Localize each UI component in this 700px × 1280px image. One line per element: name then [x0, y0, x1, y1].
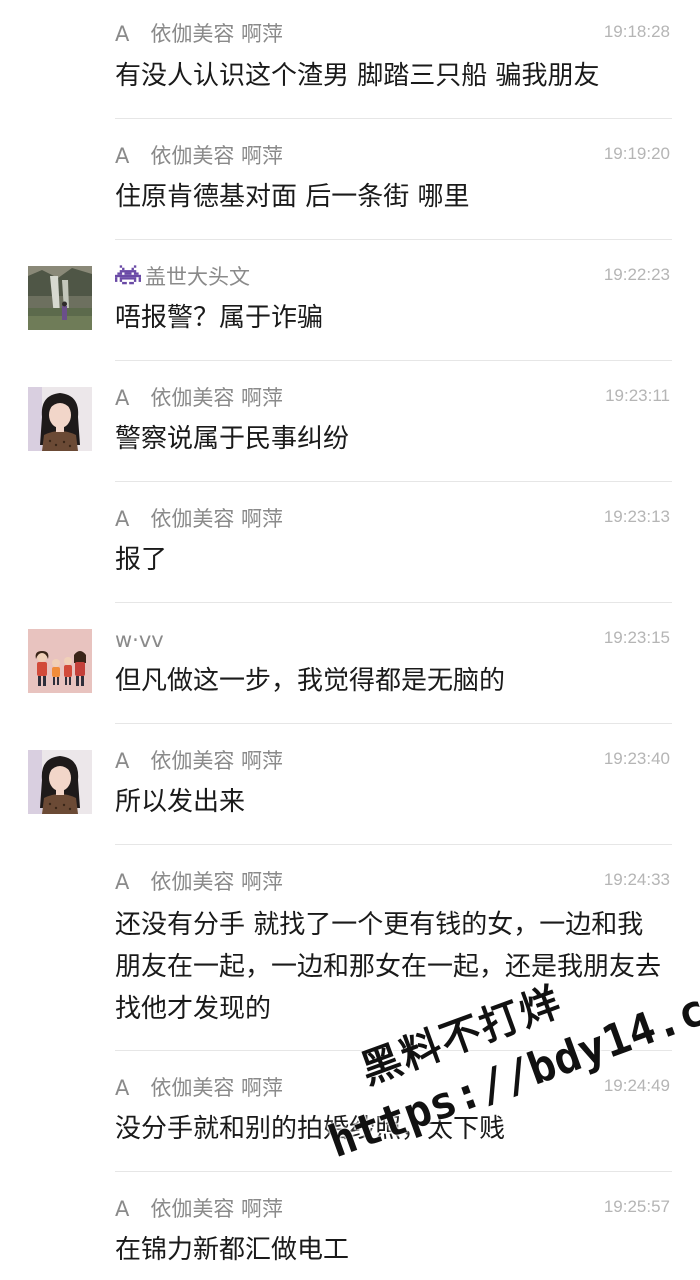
sender-name: 盖世大头文 — [145, 265, 250, 289]
message-time: 19:24:33 — [603, 870, 670, 889]
avatar-photo-woman — [28, 750, 92, 814]
message-text: 在锦力新都汇做电工 — [115, 1235, 350, 1265]
message-text: 所以发出来 — [115, 787, 246, 817]
message-text: 还没有分手 就找了一个更有钱的女，一边和我朋友在一起，一边和那女在一起，还是我朋… — [115, 910, 662, 1024]
message-time: 19:23:13 — [603, 507, 670, 526]
sender-name: A 依伽美容 啊萍 — [115, 870, 284, 894]
message-text: 警察说属于民事纠纷 — [115, 424, 350, 454]
chat-message-list[interactable]: A 依伽美容 啊萍 19:18:28 有没人认识这个渣男 脚踏三只船 骗我朋友 … — [0, 0, 700, 1280]
sender-name: A 依伽美容 啊萍 — [115, 507, 284, 531]
message-time: 19:23:15 — [603, 628, 670, 647]
avatar[interactable] — [28, 750, 92, 814]
sender-name: A 依伽美容 啊萍 — [115, 749, 284, 773]
avatar-illustration-family — [28, 629, 92, 693]
chat-message[interactable]: A 依伽美容 啊萍 19:23:40 所以发出来 — [0, 723, 700, 844]
chat-message[interactable]: A 依伽美容 啊萍 19:24:33 还没有分手 就找了一个更有钱的女，一边和我… — [0, 844, 700, 1050]
message-time: 19:22:23 — [603, 265, 670, 284]
chat-message[interactable]: w·vv 19:23:15 但凡做这一步，我觉得都是无脑的 — [0, 602, 700, 723]
avatar-photo-woman — [28, 387, 92, 451]
chat-message[interactable]: A 依伽美容 啊萍 19:24:49 没分手就和别的拍婚纱照，太下贱 — [0, 1050, 700, 1171]
message-text: 住原肯德基对面 后一条街 哪里 — [115, 182, 470, 212]
sender-name: A 依伽美容 啊萍 — [115, 386, 284, 410]
message-text: 有没人认识这个渣男 脚踏三只船 骗我朋友 — [115, 61, 600, 91]
sender-name-row: 盖世大头文 — [115, 263, 250, 294]
message-text: 报了 — [115, 545, 168, 575]
chat-message[interactable]: 盖世大头文 19:22:23 唔报警？属于诈骗 — [0, 239, 700, 360]
message-time: 19:23:40 — [603, 749, 670, 768]
avatar[interactable] — [28, 387, 92, 451]
sender-name: w·vv — [115, 628, 164, 652]
sender-name: A 依伽美容 啊萍 — [115, 1197, 284, 1221]
sender-name: A 依伽美容 啊萍 — [115, 22, 284, 46]
chat-message[interactable]: A 依伽美容 啊萍 19:19:20 住原肯德基对面 后一条街 哪里 — [0, 118, 700, 239]
message-time: 19:24:49 — [603, 1076, 670, 1095]
message-time: 19:23:11 — [605, 386, 670, 405]
space-invader-icon — [115, 265, 141, 294]
message-time: 19:18:28 — [603, 22, 670, 41]
message-time: 19:19:20 — [603, 144, 670, 163]
avatar-photo-waterfall — [28, 266, 92, 330]
message-text: 没分手就和别的拍婚纱照，太下贱 — [115, 1114, 506, 1144]
sender-name: A 依伽美容 啊萍 — [115, 1076, 284, 1100]
avatar[interactable] — [28, 629, 92, 693]
message-text: 但凡做这一步，我觉得都是无脑的 — [115, 666, 506, 696]
chat-message[interactable]: A 依伽美容 啊萍 19:23:11 警察说属于民事纠纷 — [0, 360, 700, 481]
chat-message[interactable]: A 依伽美容 啊萍 19:25:57 在锦力新都汇做电工 — [0, 1171, 700, 1280]
chat-message[interactable]: A 依伽美容 啊萍 19:18:28 有没人认识这个渣男 脚踏三只船 骗我朋友 — [0, 0, 700, 118]
chat-message[interactable]: A 依伽美容 啊萍 19:23:13 报了 — [0, 481, 700, 602]
message-text: 唔报警？属于诈骗 — [115, 303, 324, 333]
sender-name: A 依伽美容 啊萍 — [115, 144, 284, 168]
avatar[interactable] — [28, 266, 92, 330]
message-time: 19:25:57 — [603, 1197, 670, 1216]
